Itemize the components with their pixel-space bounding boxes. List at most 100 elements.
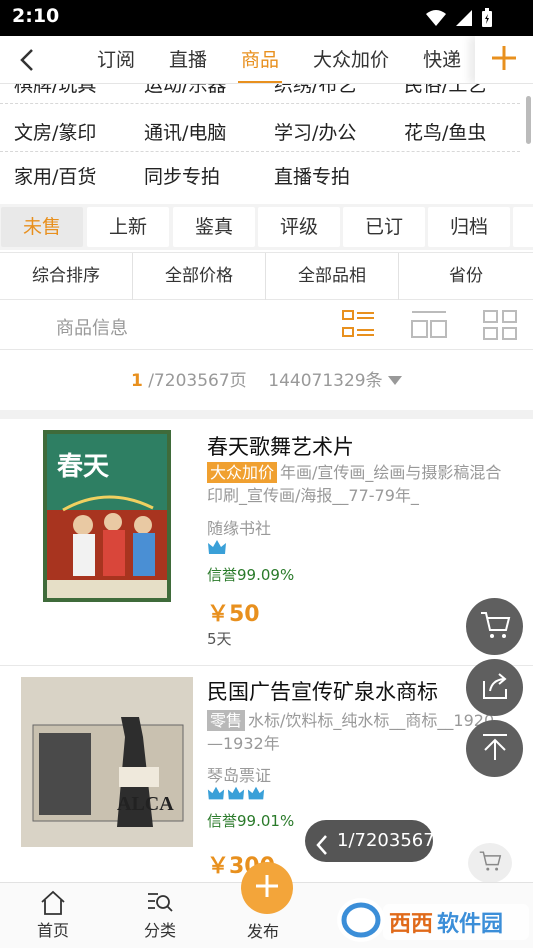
status-time: 2:10	[12, 5, 60, 27]
item-thumbnail[interactable]: ALCA	[21, 677, 193, 847]
grid-view-icon[interactable]	[482, 308, 518, 342]
plus-icon	[490, 44, 518, 76]
card-view-icon[interactable]	[411, 308, 447, 342]
publish-label: 发布	[247, 922, 280, 941]
list-view-icon[interactable]	[341, 308, 377, 342]
home-icon	[13, 889, 93, 917]
chip-graded[interactable]: 评级	[258, 207, 340, 247]
category-item[interactable]: 花鸟/鱼虫	[404, 118, 486, 145]
crown-icon	[247, 785, 265, 807]
category-scrollbar[interactable]	[526, 96, 531, 144]
tab-goods[interactable]: 商品	[224, 36, 296, 83]
battery-icon	[481, 8, 493, 32]
tab-subscribe[interactable]: 订阅	[80, 36, 152, 83]
item-reputation: 信誉99.01%	[207, 812, 295, 830]
chip-more[interactable]	[513, 207, 533, 247]
total-pages: /7203567页	[148, 371, 247, 391]
item-title[interactable]: 民国广告宣传矿泉水商标	[207, 676, 438, 706]
category-row: 棋牌/玩具 运动/乐器 织绣/布艺 民俗/工艺	[0, 84, 520, 104]
item-price: ￥50	[207, 602, 260, 627]
signal-icon	[455, 9, 473, 31]
watermark-text: 软件园	[437, 912, 504, 937]
site-watermark: 西西 软件园	[333, 890, 533, 948]
crown-icon	[207, 539, 227, 561]
category-item[interactable]: 家用/百货	[14, 162, 96, 189]
status-icons	[425, 8, 493, 32]
poster-title-text: 春天	[57, 452, 110, 482]
crown-icon	[207, 785, 225, 807]
crown-icon	[227, 785, 245, 807]
category-item[interactable]: 学习/办公	[274, 118, 356, 145]
publish-button[interactable]	[241, 862, 293, 914]
item-seller[interactable]: 随缘书社	[207, 515, 271, 539]
share-button[interactable]	[466, 659, 523, 716]
sort-price[interactable]: 全部价格	[133, 253, 266, 300]
cart-icon	[478, 850, 502, 876]
category-item[interactable]: 通讯/电脑	[144, 118, 226, 145]
chip-archived[interactable]: 归档	[428, 207, 510, 247]
add-to-cart-button[interactable]	[468, 843, 512, 883]
category-row: 家用/百货 同步专拍 直播专拍	[0, 152, 520, 196]
nav-category[interactable]: 分类	[120, 889, 200, 941]
nav-category-label: 分类	[143, 921, 176, 940]
item-title[interactable]: 春天歌舞艺术片	[207, 431, 354, 461]
view-mode-bar: 商品信息	[0, 300, 533, 350]
item-thumbnail[interactable]: 春天	[43, 430, 171, 602]
category-search-icon	[120, 889, 200, 917]
top-nav: 订阅 直播 商品 大众加价 快递	[0, 36, 533, 84]
item-description: 零售 水标/饮料标_纯水标__商标__1920—1932年	[207, 709, 503, 755]
category-item[interactable]: 同步专拍	[144, 162, 220, 189]
cart-button[interactable]	[466, 598, 523, 655]
category-item[interactable]: 民俗/工艺	[404, 84, 486, 97]
goods-info-label: 商品信息	[56, 318, 128, 339]
share-icon	[480, 671, 510, 705]
list-item[interactable]: ALCA 民国广告宣传矿泉水商标 零售 水标/饮料标_纯水标__商标__1920—…	[0, 666, 533, 882]
status-filter-chips: 未售 上新 鉴真 评级 已订 归档	[0, 204, 533, 250]
category-item[interactable]: 运动/乐器	[144, 84, 226, 97]
sort-condition[interactable]: 全部品相	[266, 253, 399, 300]
chip-ordered[interactable]: 已订	[343, 207, 425, 247]
chip-authenticated[interactable]: 鉴真	[173, 207, 255, 247]
nav-home-label: 首页	[36, 921, 69, 940]
tab-live[interactable]: 直播	[152, 36, 224, 83]
category-item[interactable]: 直播专拍	[274, 162, 350, 189]
caret-down-icon	[388, 371, 403, 391]
seller-crowns	[207, 539, 227, 561]
page-indicator-text: 1/7203567	[337, 830, 435, 851]
cart-icon	[479, 610, 511, 644]
nav-tabs: 订阅 直播 商品 大众加价 快递	[80, 36, 478, 83]
sort-overall[interactable]: 综合排序	[0, 253, 133, 300]
section-divider	[0, 410, 533, 419]
label-brand-text: ALCA	[117, 793, 174, 815]
total-count: 144071329条	[268, 371, 383, 391]
item-seller[interactable]: 琴岛票证	[207, 762, 271, 786]
category-grid: 棋牌/玩具 运动/乐器 织绣/布艺 民俗/工艺 文房/篆印 通讯/电脑 学习/办…	[0, 84, 533, 196]
item-reputation: 信誉99.09%	[207, 566, 295, 584]
category-item[interactable]: 棋牌/玩具	[14, 84, 96, 97]
category-item[interactable]: 织绣/布艺	[274, 84, 356, 97]
item-category-text: 水标/饮料标_纯水标__商标__1920—1932年	[207, 711, 495, 753]
seller-crowns	[207, 785, 265, 807]
scroll-top-button[interactable]	[466, 720, 523, 777]
pagination-info[interactable]: 1 /7203567页 144071329条	[0, 352, 533, 410]
back-icon[interactable]	[14, 46, 42, 74]
arrow-up-icon	[480, 732, 510, 766]
item-days-left: 5天	[207, 630, 232, 648]
tab-express[interactable]: 快递	[406, 36, 478, 83]
nav-home[interactable]: 首页	[13, 889, 93, 941]
sort-province[interactable]: 省份	[399, 253, 533, 300]
plus-icon	[254, 873, 280, 903]
wifi-icon	[425, 9, 447, 31]
status-bar: 2:10	[0, 0, 533, 36]
chevron-left-icon	[315, 830, 329, 872]
tab-public-bid[interactable]: 大众加价	[296, 36, 406, 83]
page-indicator-pill[interactable]: 1/7203567	[305, 820, 435, 862]
item-tag-retail: 零售	[207, 710, 246, 731]
chip-new[interactable]: 上新	[87, 207, 169, 247]
list-item[interactable]: 春天 春天歌舞艺术片 大众加价 年画/宣传画_绘画与摄影稿混合印刷_宣传画/海报_…	[0, 419, 533, 665]
chip-unsold[interactable]: 未售	[1, 207, 83, 247]
category-item[interactable]: 文房/篆印	[14, 118, 96, 145]
category-row: 文房/篆印 通讯/电脑 学习/办公 花鸟/鱼虫	[0, 108, 520, 152]
watermark-brand: 西西	[389, 912, 434, 937]
add-subscription-button[interactable]	[475, 36, 533, 83]
